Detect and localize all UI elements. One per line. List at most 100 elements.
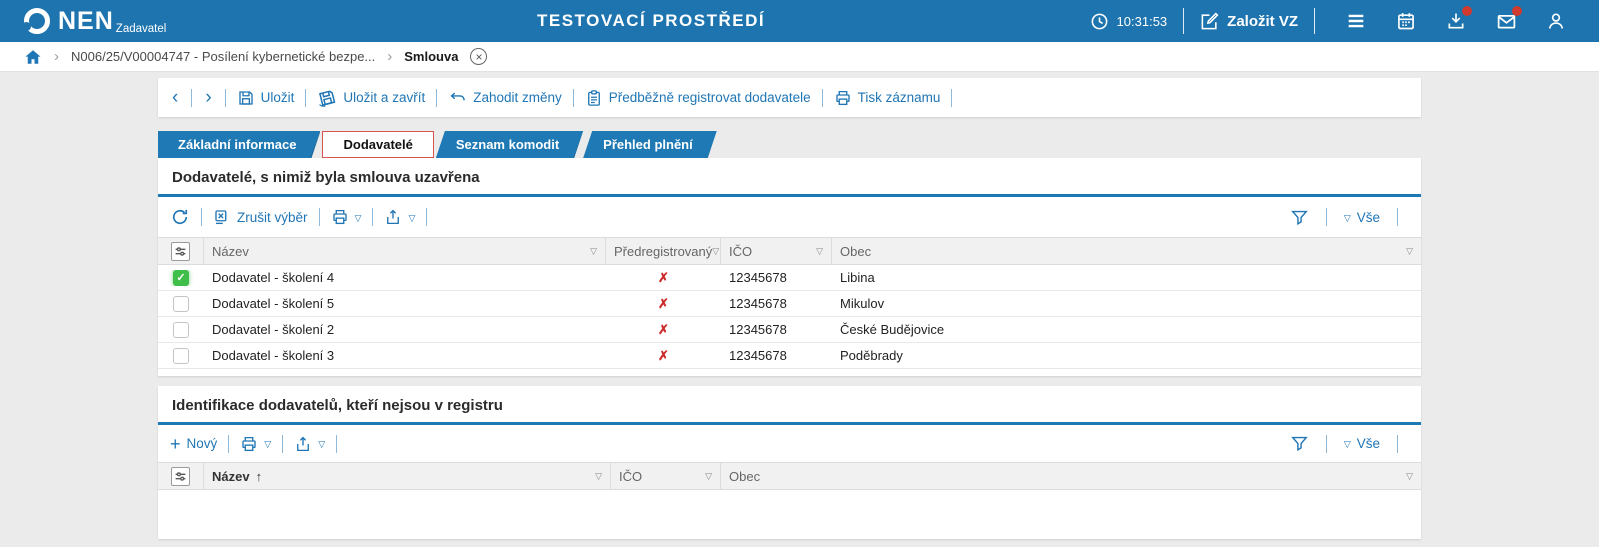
calendar-button[interactable] bbox=[1395, 10, 1417, 32]
table-row[interactable]: Dodavatel - školení 3 ✗ 12345678 Poděbra… bbox=[158, 343, 1421, 369]
row-checkbox[interactable] bbox=[173, 296, 189, 312]
suppliers-section: Dodavatelé, s nimiž byla smlouva uzavřen… bbox=[158, 158, 1421, 376]
save-button[interactable]: Uložit bbox=[237, 89, 295, 107]
breadcrumb-parent[interactable]: N006/25/V00004747 - Posílení kybernetick… bbox=[71, 49, 375, 64]
column-chooser-icon bbox=[171, 242, 190, 261]
save-icon bbox=[237, 89, 255, 107]
cell-nazev: Dodavatel - školení 3 bbox=[204, 348, 606, 363]
column-chooser-button[interactable] bbox=[158, 463, 204, 489]
edit-icon bbox=[1200, 12, 1219, 31]
tab-prehled-plneni[interactable]: Přehled plnění bbox=[583, 131, 717, 158]
refresh-button[interactable] bbox=[170, 207, 190, 227]
logo-subtitle: Zadavatel bbox=[116, 23, 167, 35]
nav-back-button[interactable]: ‹ bbox=[170, 88, 180, 107]
clipboard-icon bbox=[585, 89, 603, 107]
home-icon[interactable] bbox=[24, 48, 42, 66]
cell-nazev: Dodavatel - školení 5 bbox=[204, 296, 606, 311]
column-filter-icon[interactable]: ▽ bbox=[1406, 471, 1413, 482]
close-record-icon[interactable]: × bbox=[470, 48, 487, 65]
clear-selection-button[interactable]: Zrušit výběr bbox=[213, 208, 308, 226]
breadcrumb: › N006/25/V00004747 - Posílení kyberneti… bbox=[0, 42, 1599, 72]
column-filter-icon[interactable]: ▽ bbox=[705, 471, 712, 482]
header-obec[interactable]: Obec ▽ bbox=[721, 463, 1421, 489]
row-checkbox[interactable] bbox=[173, 348, 189, 364]
print-record-button[interactable]: Tisk záznamu bbox=[834, 89, 941, 107]
dropdown-icon[interactable]: ▽ bbox=[408, 211, 415, 224]
export-button[interactable]: ▽ bbox=[294, 435, 325, 453]
export-button[interactable]: ▽ bbox=[384, 208, 415, 226]
clear-selection-label: Zrušit výběr bbox=[237, 210, 308, 225]
cell-obec: České Budějovice bbox=[832, 322, 1421, 337]
print-table-button[interactable]: ▽ bbox=[331, 208, 362, 226]
suppliers-table: Název ▽ Předregistrovaný ▽ IČO ▽ Obec ▽ … bbox=[158, 237, 1421, 376]
header-obec[interactable]: Obec ▽ bbox=[832, 238, 1421, 264]
dropdown-icon[interactable]: ▽ bbox=[318, 437, 325, 450]
print-table-button[interactable]: ▽ bbox=[240, 435, 271, 453]
app-header: NEN Zadavatel TESTOVACÍ PROSTŘEDÍ 10:31:… bbox=[0, 0, 1599, 42]
divider bbox=[228, 435, 229, 453]
preregister-supplier-button[interactable]: Předběžně registrovat dodavatele bbox=[585, 89, 811, 107]
discard-changes-button[interactable]: Zahodit změny bbox=[448, 88, 562, 107]
table-row[interactable]: ✓ Dodavatel - školení 4 ✗ 12345678 Libin… bbox=[158, 265, 1421, 291]
record-tabs: Základní informace Dodavatelé Seznam kom… bbox=[158, 131, 1421, 158]
header-nazev[interactable]: Název ▽ bbox=[204, 238, 606, 264]
plus-icon: + bbox=[170, 435, 181, 453]
discard-changes-label: Zahodit změny bbox=[473, 90, 562, 105]
tab-dodavatele[interactable]: Dodavatelé bbox=[322, 131, 433, 158]
tab-label: Základní informace bbox=[178, 137, 296, 152]
create-vz-button[interactable]: Založit VZ bbox=[1200, 12, 1298, 31]
cross-icon: ✗ bbox=[606, 270, 721, 286]
column-filter-icon[interactable]: ▽ bbox=[816, 246, 823, 257]
view-all-button[interactable]: Vše bbox=[1357, 210, 1380, 225]
column-filter-icon[interactable]: ▽ bbox=[590, 246, 597, 257]
filter-button[interactable] bbox=[1290, 208, 1309, 227]
row-checkbox[interactable]: ✓ bbox=[173, 270, 189, 286]
main-menu-button[interactable] bbox=[1345, 10, 1367, 32]
view-all-button[interactable]: Vše bbox=[1357, 436, 1380, 451]
downloads-button[interactable] bbox=[1445, 10, 1467, 32]
divider bbox=[1326, 208, 1327, 226]
header-nazev[interactable]: Název ↑ ▽ bbox=[204, 463, 611, 489]
breadcrumb-current: Smlouva bbox=[404, 49, 458, 64]
save-and-close-label: Uložit a zavřít bbox=[343, 90, 425, 105]
divider bbox=[573, 89, 574, 107]
new-button[interactable]: + Nový bbox=[170, 435, 217, 453]
tab-label: Přehled plnění bbox=[603, 137, 693, 152]
time-value: 10:31:53 bbox=[1117, 14, 1168, 29]
dropdown-icon[interactable]: ▽ bbox=[264, 437, 271, 450]
dropdown-icon[interactable]: ▽ bbox=[1344, 437, 1351, 450]
table-row[interactable]: Dodavatel - školení 2 ✗ 12345678 České B… bbox=[158, 317, 1421, 343]
save-and-close-button[interactable]: Uložit a zavřít bbox=[317, 88, 425, 108]
suppliers-table-header: Název ▽ Předregistrovaný ▽ IČO ▽ Obec ▽ bbox=[158, 237, 1421, 265]
nen-logo[interactable]: NEN Zadavatel bbox=[0, 8, 166, 34]
cancel-selection-icon bbox=[213, 208, 231, 226]
export-icon bbox=[294, 435, 312, 453]
column-filter-icon[interactable]: ▽ bbox=[712, 246, 719, 257]
printer-icon bbox=[834, 89, 852, 107]
header-ico[interactable]: IČO ▽ bbox=[611, 463, 721, 489]
tab-zakladni-informace[interactable]: Základní informace bbox=[158, 131, 320, 158]
column-filter-icon[interactable]: ▽ bbox=[1406, 246, 1413, 257]
filter-button[interactable] bbox=[1290, 434, 1309, 453]
column-filter-icon[interactable]: ▽ bbox=[595, 471, 602, 482]
row-checkbox[interactable] bbox=[173, 322, 189, 338]
identification-table: Název ↑ ▽ IČO ▽ Obec ▽ bbox=[158, 462, 1421, 539]
header-label: IČO bbox=[729, 244, 752, 259]
tab-label: Dodavatelé bbox=[343, 137, 412, 152]
column-chooser-button[interactable] bbox=[158, 238, 204, 264]
dropdown-icon[interactable]: ▽ bbox=[1344, 211, 1351, 224]
header-label: Předregistrovaný bbox=[614, 244, 712, 259]
tab-seznam-komodit[interactable]: Seznam komodit bbox=[436, 131, 583, 158]
messages-button[interactable] bbox=[1495, 10, 1517, 32]
cell-nazev: Dodavatel - školení 4 bbox=[204, 270, 606, 285]
cell-obec: Poděbrady bbox=[832, 348, 1421, 363]
dropdown-icon[interactable]: ▽ bbox=[355, 211, 362, 224]
section-gap bbox=[158, 376, 1421, 386]
header-ico[interactable]: IČO ▽ bbox=[721, 238, 832, 264]
nav-forward-button[interactable]: › bbox=[203, 88, 213, 107]
environment-title: TESTOVACÍ PROSTŘEDÍ bbox=[537, 11, 765, 31]
table-row[interactable]: Dodavatel - školení 5 ✗ 12345678 Mikulov bbox=[158, 291, 1421, 317]
header-predregistrovany[interactable]: Předregistrovaný ▽ bbox=[606, 238, 721, 264]
divider bbox=[822, 89, 823, 107]
user-profile-button[interactable] bbox=[1545, 10, 1567, 32]
